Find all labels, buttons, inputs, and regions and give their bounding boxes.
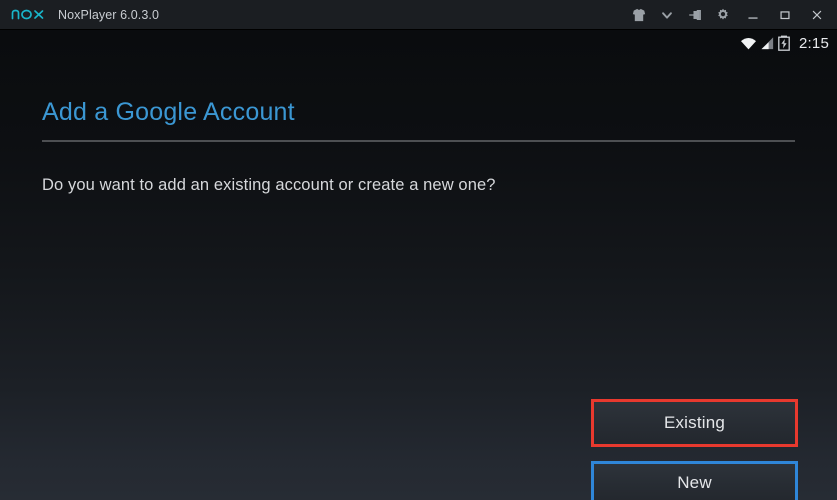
new-account-button[interactable]: New bbox=[591, 461, 798, 500]
battery-charging-icon bbox=[778, 35, 790, 51]
page-description: Do you want to add an existing account o… bbox=[42, 176, 496, 194]
existing-button-wrapper: Existing bbox=[591, 399, 798, 447]
chevron-down-icon[interactable] bbox=[653, 0, 681, 30]
nox-logo-icon bbox=[10, 7, 48, 23]
window-titlebar: NoxPlayer 6.0.3.0 bbox=[0, 0, 837, 30]
cellular-signal-icon bbox=[761, 36, 774, 49]
new-button-wrapper: New bbox=[591, 461, 798, 500]
close-icon[interactable] bbox=[801, 0, 833, 30]
android-screen: 2:15 Add a Google Account Do you want to… bbox=[0, 30, 837, 500]
action-button-group: Existing New bbox=[591, 399, 798, 500]
setup-wizard-content: Add a Google Account Do you want to add … bbox=[0, 56, 837, 500]
window-controls bbox=[625, 0, 833, 30]
maximize-icon[interactable] bbox=[769, 0, 801, 30]
status-icon-group: 2:15 bbox=[740, 35, 829, 52]
minimize-icon[interactable] bbox=[737, 0, 769, 30]
noxplayer-window: NoxPlayer 6.0.3.0 2:15 Add a Google Acco… bbox=[0, 0, 837, 500]
window-title: NoxPlayer 6.0.3.0 bbox=[58, 7, 160, 22]
status-clock: 2:15 bbox=[799, 34, 829, 52]
existing-account-button[interactable]: Existing bbox=[591, 399, 798, 447]
pin-icon[interactable] bbox=[681, 0, 709, 30]
page-title: Add a Google Account bbox=[42, 98, 295, 126]
title-divider bbox=[42, 140, 795, 142]
android-statusbar: 2:15 bbox=[0, 30, 837, 56]
wifi-icon bbox=[741, 37, 756, 49]
gear-icon[interactable] bbox=[709, 0, 737, 30]
theme-shirt-icon[interactable] bbox=[625, 0, 653, 30]
